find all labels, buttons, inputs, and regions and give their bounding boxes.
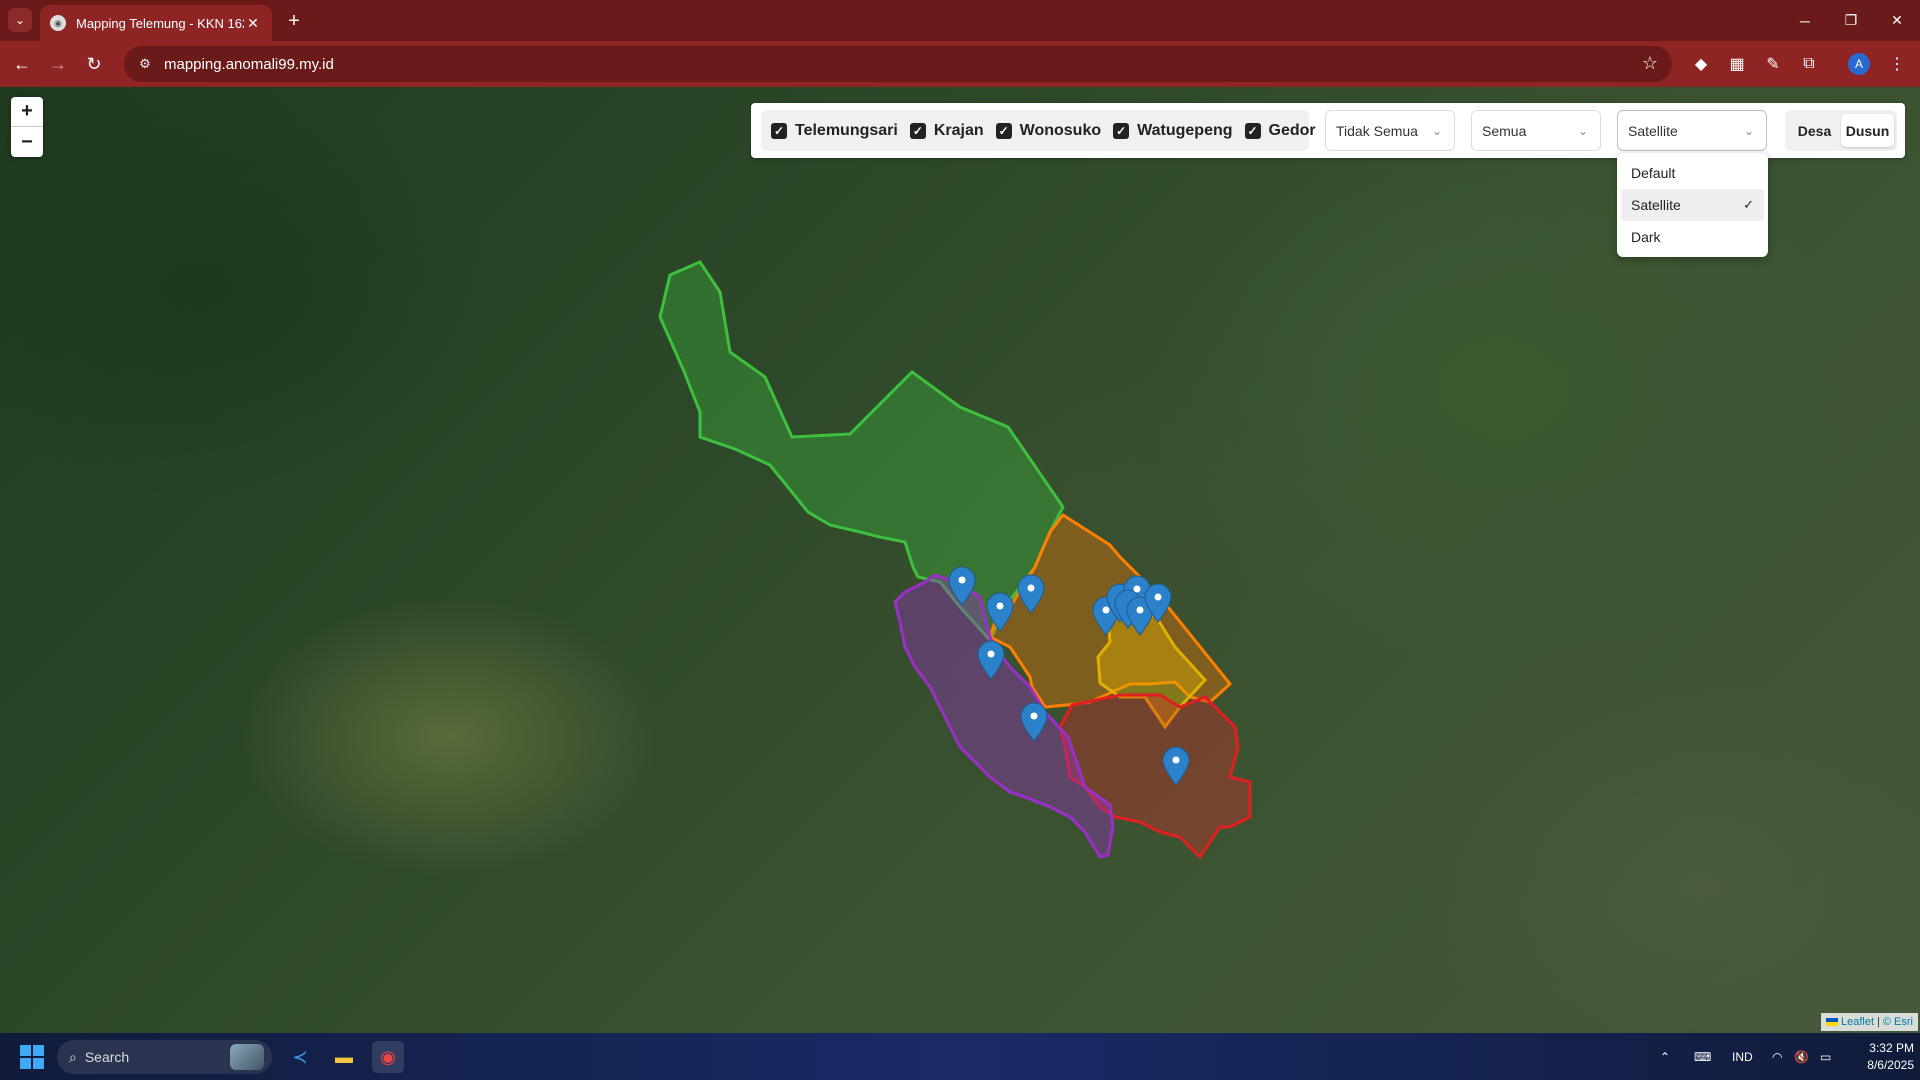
search-highlight-image (230, 1044, 264, 1070)
checkbox-telemungsari[interactable]: ✓ Telemungsari (771, 122, 898, 140)
file-explorer-icon[interactable]: ▬ (328, 1041, 360, 1073)
zoom-in-button[interactable]: + (11, 97, 43, 127)
checkbox-checked-icon[interactable]: ✓ (909, 122, 926, 139)
region-telemungsari[interactable] (658, 260, 1065, 643)
zoom-control: + − (11, 97, 43, 157)
windows-taskbar: ⌕ Search ≺ ▬ ◉ ⌃ ⌨ IND ◠ 🔇 ▭ 3:32 PM 8/6… (0, 1033, 1920, 1080)
system-clock[interactable]: 3:32 PM 8/6/2025 (1852, 1040, 1914, 1074)
checkbox-checked-icon[interactable]: ✓ (1113, 122, 1130, 139)
basemap-option-default[interactable]: Default (1621, 157, 1764, 189)
chevron-down-icon: ⌄ (1431, 123, 1442, 138)
zoom-out-button[interactable]: − (11, 127, 43, 157)
filter-panel: ✓ Telemungsari ✓ Krajan ✓ Wonosuko ✓ Watugep… (751, 103, 1905, 158)
clock-time: 3:32 PM (1869, 1041, 1914, 1055)
close-window-button[interactable]: ✕ (1874, 0, 1920, 41)
layer-checkbox-group: ✓ Telemungsari ✓ Krajan ✓ Wonosuko ✓ Watugep… (761, 110, 1316, 151)
wifi-icon[interactable]: ◠ (1772, 1033, 1782, 1080)
check-icon: ✓ (1743, 197, 1754, 212)
leaflet-link[interactable]: Leaflet (1841, 1016, 1874, 1028)
minimize-button[interactable]: ─ (1782, 0, 1828, 41)
restore-button[interactable]: ❐ (1828, 0, 1874, 41)
esri-link[interactable]: © Esri (1883, 1016, 1913, 1028)
back-button[interactable]: ← (8, 50, 36, 78)
clock-date: 8/6/2025 (1867, 1058, 1914, 1072)
extension-icon-2[interactable]: ▦ (1724, 51, 1750, 77)
checkbox-checked-icon[interactable]: ✓ (995, 122, 1012, 139)
browser-tab[interactable]: ◉ Mapping Telemung - KKN 162 ✕ (40, 5, 272, 41)
map-view[interactable]: + − ✓ Telemungsari ✓ Krajan ✓ Wonosuko ✓ Wat… (0, 87, 1920, 1033)
site-info-icon[interactable]: ⚙ (136, 55, 154, 73)
checkbox-checked-icon[interactable]: ✓ (771, 122, 787, 139)
checkbox-watugepeng[interactable]: ✓ Watugepeng (1113, 122, 1233, 140)
checkbox-gedor[interactable]: ✓ Gedor (1244, 122, 1316, 140)
checkbox-wonosuko[interactable]: ✓ Wonosuko (995, 122, 1101, 140)
basemap-dropdown: Default Satellite ✓ Dark (1617, 153, 1768, 257)
close-tab-icon[interactable]: ✕ (244, 14, 262, 32)
toggle-dusun[interactable]: Dusun (1841, 114, 1894, 147)
filter-select-1[interactable]: Tidak Semua ⌄ (1325, 110, 1455, 151)
checkbox-checked-icon[interactable]: ✓ (1244, 122, 1261, 139)
tab-title: Mapping Telemung - KKN 162 (76, 15, 244, 31)
chevron-down-icon: ⌄ (1743, 123, 1754, 138)
attribution-separator: | (1877, 1016, 1880, 1028)
basemap-select[interactable]: Satellite ⌄ (1617, 110, 1767, 151)
url-text: mapping.anomali99.my.id (164, 55, 334, 73)
battery-icon[interactable]: ▭ (1820, 1033, 1831, 1080)
reload-button[interactable]: ↻ (80, 50, 108, 78)
basemap-option-satellite[interactable]: Satellite ✓ (1621, 189, 1764, 221)
browser-menu-icon[interactable]: ⋮ (1884, 51, 1910, 77)
language-indicator[interactable]: IND (1732, 1033, 1753, 1080)
search-icon: ⌕ (69, 1048, 77, 1065)
extension-icon-1[interactable]: ◆ (1688, 51, 1714, 77)
ukraine-flag-icon (1826, 1018, 1838, 1026)
map-attribution: Leaflet | © Esri (1821, 1013, 1918, 1031)
tab-search-button[interactable]: ⌄ (8, 8, 32, 32)
vscode-icon[interactable]: ≺ (284, 1041, 316, 1073)
chrome-icon[interactable]: ◉ (372, 1041, 404, 1073)
filter-select-2[interactable]: Semua ⌄ (1471, 110, 1601, 151)
taskbar-search[interactable]: ⌕ Search (57, 1040, 272, 1074)
volume-muted-icon[interactable]: 🔇 (1794, 1033, 1809, 1080)
browser-toolbar: ← → ↻ ⚙ mapping.anomali99.my.id ☆ ◆ ▦ ✎ … (0, 41, 1920, 87)
forward-button[interactable]: → (44, 50, 72, 78)
browser-titlebar: ⌄ ◉ Mapping Telemung - KKN 162 ✕ + ─ ❐ ✕ (0, 0, 1920, 41)
chevron-down-icon: ⌄ (1577, 123, 1588, 138)
keyboard-icon[interactable]: ⌨ (1694, 1033, 1711, 1080)
bookmark-star-icon[interactable]: ☆ (1642, 53, 1658, 74)
basemap-option-dark[interactable]: Dark (1621, 221, 1764, 253)
extensions-puzzle-icon[interactable]: ⧉ (1796, 51, 1822, 77)
new-tab-button[interactable]: + (282, 9, 306, 33)
checkbox-krajan[interactable]: ✓ Krajan (909, 122, 984, 140)
profile-avatar[interactable]: A (1848, 53, 1870, 75)
favicon-icon: ◉ (50, 15, 66, 31)
address-bar[interactable]: ⚙ mapping.anomali99.my.id ☆ (124, 46, 1672, 82)
level-toggle: Desa Dusun (1785, 110, 1897, 151)
show-hidden-icons-chevron-icon[interactable]: ⌃ (1660, 1033, 1670, 1080)
eyedropper-icon[interactable]: ✎ (1760, 51, 1786, 77)
windows-start-icon[interactable] (20, 1045, 44, 1069)
toggle-desa[interactable]: Desa (1788, 114, 1841, 147)
